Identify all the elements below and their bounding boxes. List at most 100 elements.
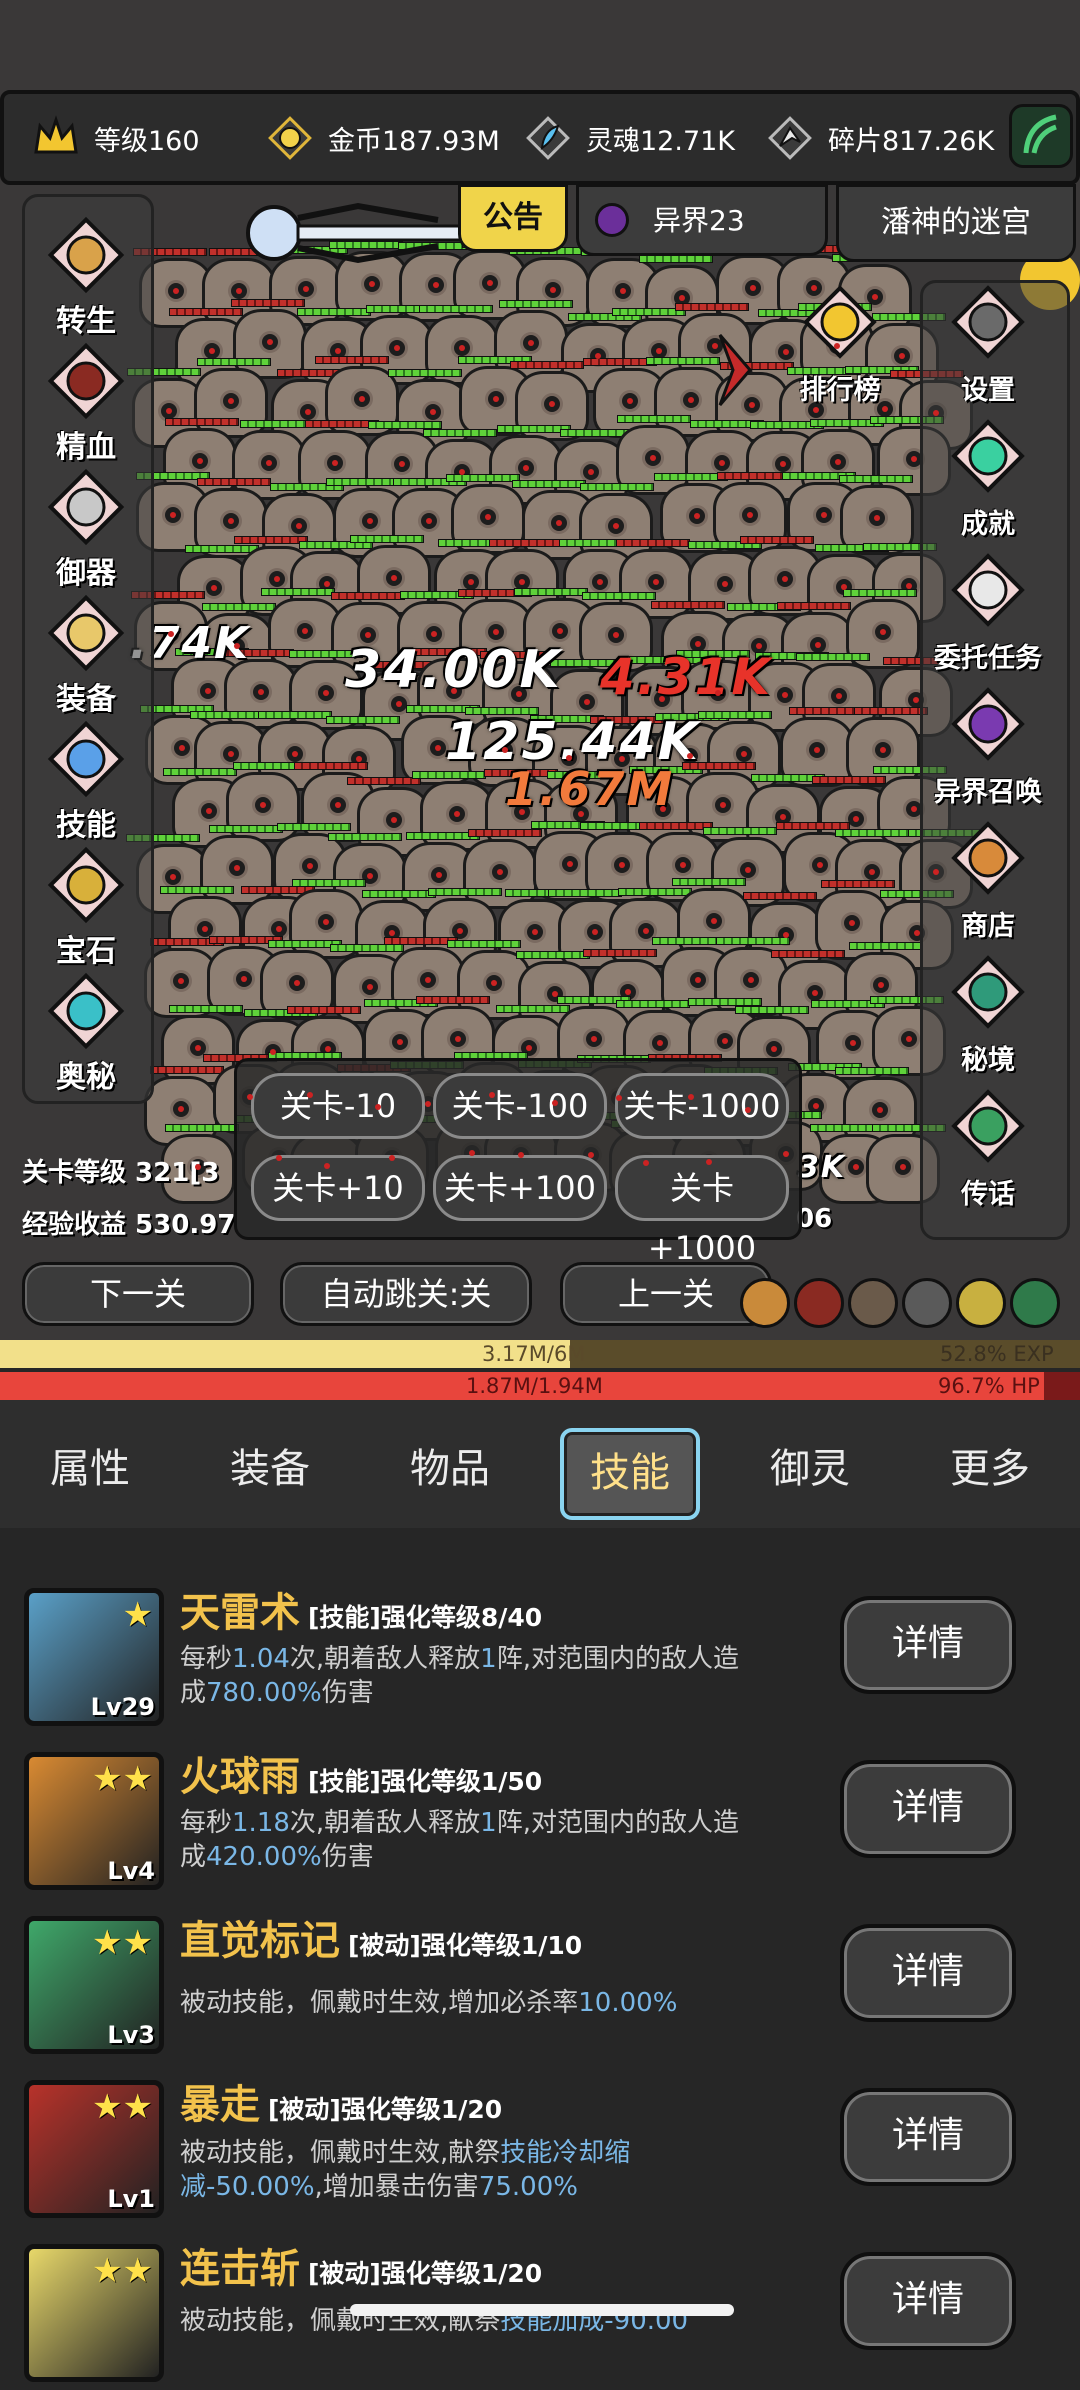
monster-hp-bar [331, 592, 405, 600]
skill-icon[interactable]: ★★ Lv3 [24, 1916, 164, 2054]
claw-skill-icon[interactable] [902, 1278, 952, 1328]
monster-hp-bar [616, 539, 690, 547]
skill-icon[interactable]: ★★ Lv1 [24, 2080, 164, 2218]
monster-hp-bar [717, 472, 791, 480]
skill-detail-button[interactable]: 详情 [840, 1924, 1016, 2022]
monster-hp-bar [777, 602, 851, 610]
tab-0[interactable]: 属性 [20, 1428, 160, 1520]
left-menu-item[interactable]: 奥秘 [26, 972, 146, 1096]
right-menu-item[interactable]: 设置 [918, 284, 1058, 407]
skill-icon[interactable]: ★★ [24, 2244, 164, 2382]
left-menu-item[interactable]: 宝石 [26, 846, 146, 970]
stage-plus-100-button[interactable]: 关卡+100 [433, 1155, 607, 1221]
skill-icon[interactable]: ★★ Lv4 [24, 1752, 164, 1890]
monster-hp-bar [294, 762, 368, 770]
right-menu-item[interactable]: 排行榜 [770, 284, 910, 407]
tab-4[interactable]: 御灵 [740, 1428, 880, 1520]
monster-hp-bar [368, 421, 442, 429]
skill-detail-button[interactable]: 详情 [840, 2088, 1016, 2186]
right-menu-item[interactable]: 秘境 [918, 954, 1058, 1077]
stage-minus-100-button[interactable]: 关卡-100 [433, 1073, 607, 1139]
right-menu-item[interactable]: 传话 [918, 1088, 1058, 1211]
tab-5[interactable]: 更多 [920, 1428, 1060, 1520]
stage-jump-panel: 关卡-10 关卡-100 关卡-1000 关卡+10 关卡+100 关卡+100… [234, 1058, 802, 1267]
crit-damage-number: 4.31K [600, 648, 773, 706]
stage-minus-10-button[interactable]: 关卡-10 [251, 1073, 425, 1139]
monster-hp-bar [231, 299, 305, 307]
monster-hp-bar [163, 768, 237, 776]
monster-hp-bar [789, 707, 863, 715]
maze-button[interactable]: 潘神的迷宫 [836, 184, 1076, 262]
skill-type: [被动]强化等级1/10 [348, 1931, 583, 1960]
star-rating: ★★ [92, 2087, 153, 2127]
monster-hp-bar [548, 889, 622, 897]
monster-sprite [200, 835, 274, 905]
skill-name: 火球雨 [技能]强化等级1/50 [180, 1754, 543, 1800]
skill-icon[interactable]: ★ Lv29 [24, 1588, 164, 1726]
right-menu-item[interactable]: 异界召唤 [918, 686, 1058, 809]
skill-detail-button[interactable]: 详情 [840, 1760, 1016, 1858]
auto-skip-toggle[interactable]: 自动跳关:关 [280, 1262, 532, 1326]
otherworld-button[interactable]: 异界23 [576, 184, 828, 256]
right-menu-item[interactable]: 成就 [918, 418, 1058, 541]
monster-hp-bar [639, 822, 713, 830]
monster-hp-bar [330, 944, 404, 952]
monster-hp-bar [516, 951, 590, 959]
skill-detail-button[interactable]: 详情 [840, 1596, 1016, 1694]
monster-hp-bar [287, 1006, 361, 1014]
monster-hp-bar [582, 592, 656, 600]
left-menu-item[interactable]: 御器 [26, 468, 146, 592]
portal-icon [595, 203, 629, 237]
star-rating: ★★ [92, 1759, 153, 1799]
monster-hp-bar [328, 833, 402, 841]
skill-detail-button[interactable]: 详情 [840, 2252, 1016, 2350]
monster-hp-bar [234, 536, 308, 544]
skill-type: [被动]强化等级1/20 [308, 2259, 543, 2288]
skill-row: ★★ Lv1 暴走 [被动]强化等级1/20 被动技能，佩戴时生效,献祭技能冷却缩减-5… [0, 2062, 1080, 2226]
tab-1[interactable]: 装备 [200, 1428, 340, 1520]
blood-icon [43, 342, 129, 422]
leaf-menu-icon[interactable] [1009, 104, 1073, 168]
monster-hp-bar [854, 707, 928, 715]
monster-hp-bar [362, 890, 436, 898]
shield-skill-icon[interactable] [956, 1278, 1006, 1328]
right-menu-item[interactable]: 商店 [918, 820, 1058, 943]
monster-hp-bar [428, 888, 502, 896]
monster-hp-bar [165, 1124, 239, 1132]
left-menu-item[interactable]: 转生 [26, 216, 146, 340]
fire-skill-icon[interactable] [794, 1278, 844, 1328]
left-menu-item[interactable]: 技能 [26, 720, 146, 844]
stage-minus-1000-button[interactable]: 关卡-1000 [615, 1073, 789, 1139]
resource-bar: 等级160 金币187.93M 灵魂12.71K 碎片817.26K [0, 90, 1080, 185]
ring-skill-icon[interactable] [1010, 1278, 1060, 1328]
skill-description: 被动技能，佩戴时生效,增加必杀率10.00% [180, 1988, 678, 2018]
tab-3[interactable]: 技能 [560, 1428, 700, 1520]
monster-hp-bar [240, 420, 314, 428]
home-indicator[interactable] [350, 2304, 734, 2316]
monster-hp-bar [197, 358, 271, 366]
monster-hp-bar [843, 589, 917, 597]
weapon-sprite [238, 200, 470, 266]
hp-bar: 1.87M/1.94M 96.7% HP [0, 1372, 1080, 1400]
mystery-icon [43, 972, 129, 1052]
bomb-icon[interactable] [740, 1278, 790, 1328]
left-menu-item[interactable]: 精血 [26, 342, 146, 466]
skill-level: Lv3 [107, 2021, 155, 2049]
monster-hp-bar [812, 776, 886, 784]
next-stage-button[interactable]: 下一关 [22, 1262, 254, 1326]
monster-hp-bar [821, 880, 895, 888]
monster-hp-bar [468, 829, 542, 837]
left-menu-item[interactable]: 装备 [26, 594, 146, 718]
monster-hp-bar [297, 308, 371, 316]
swirl-skill-icon[interactable] [848, 1278, 898, 1328]
crit-damage-number: 1.67M [505, 762, 675, 816]
arrow-right-icon[interactable] [715, 330, 755, 410]
stage-plus-10-button[interactable]: 关卡+10 [251, 1155, 425, 1221]
monster-hp-bar [326, 716, 400, 724]
stage-plus-1000-button[interactable]: 关卡+1000 [615, 1155, 789, 1267]
tab-2[interactable]: 物品 [380, 1428, 520, 1520]
skill-description: 被动技能，佩戴时生效,献祭技能冷却缩减-50.00%,增加暴击伤害75.00% [180, 2138, 631, 2202]
notice-button[interactable]: 公告 [458, 184, 568, 252]
monster-hp-bar [698, 711, 772, 719]
right-menu-item[interactable]: 委托任务 [918, 552, 1058, 675]
